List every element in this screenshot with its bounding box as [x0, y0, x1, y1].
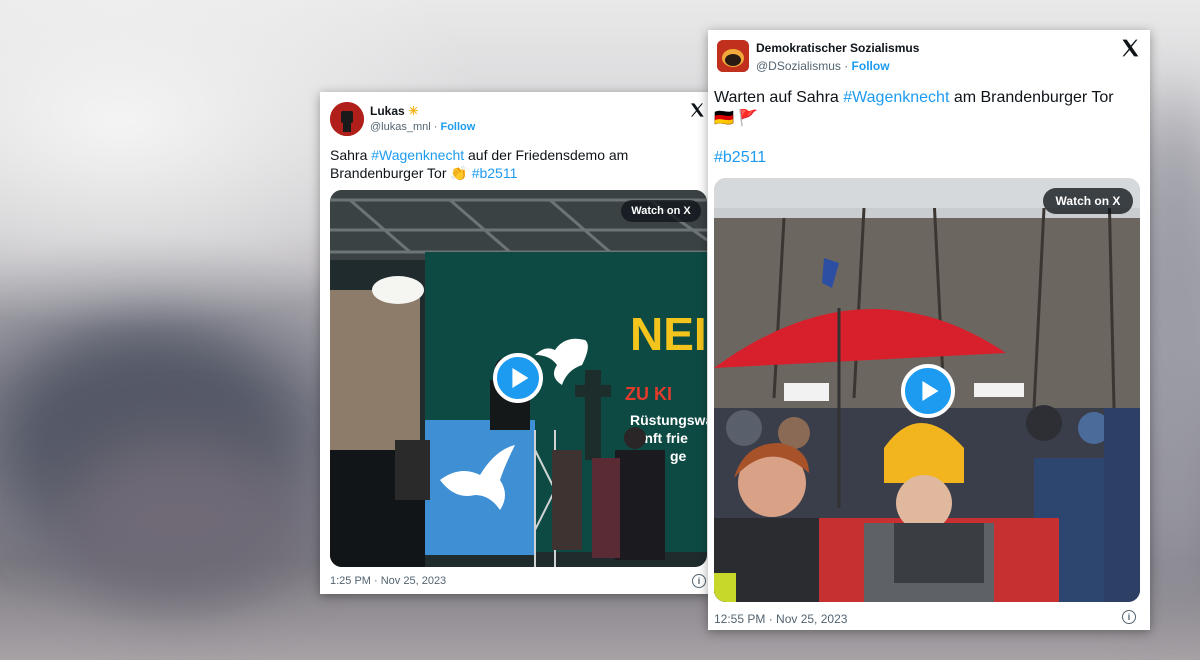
watch-on-x-button[interactable]: Watch on X — [1043, 188, 1133, 214]
author-handle[interactable]: @lukas_mnl — [370, 121, 431, 133]
author-name[interactable]: Lukas ☀ — [370, 104, 419, 118]
banner-text-ruestung: Rüstungswa — [630, 412, 707, 428]
tweet-card-lukas[interactable]: Lukas ☀ @lukas_mnl · Follow Sahra #Wagen… — [320, 92, 712, 594]
banner-text-ge: ge — [670, 448, 687, 464]
play-icon[interactable] — [901, 364, 955, 418]
hashtag-link[interactable]: #Wagenknecht — [371, 147, 464, 163]
banner-text-nein: NEIN — [630, 308, 707, 360]
avatar[interactable] — [330, 102, 364, 136]
clapping-emoji-icon: 👏 — [450, 165, 468, 182]
watch-on-x-button[interactable]: Watch on X — [621, 200, 701, 222]
brand-logo-icon — [717, 40, 749, 72]
info-icon[interactable]: i — [692, 574, 706, 588]
info-icon[interactable]: i — [1122, 610, 1136, 624]
video-player[interactable]: Watch on X — [714, 178, 1140, 602]
tweet-text: Warten auf Sahra #Wagenknecht am Branden… — [714, 89, 1114, 127]
tweet-text: Sahra #Wagenknecht auf der Friedensdemo … — [330, 147, 629, 182]
german-flag-icon: 🇩🇪 — [714, 109, 734, 127]
tweet-card-demokratischer-sozialismus[interactable]: Demokratischer Sozialismus @DSozialismus… — [708, 30, 1150, 630]
follow-button[interactable]: Follow — [852, 59, 890, 73]
banner-text-zu-krieg: ZU KI — [625, 384, 672, 404]
video-player[interactable]: NEIN ZU KI Rüstungswa kunft frie ge — [330, 190, 707, 567]
x-logo-icon[interactable] — [689, 102, 705, 123]
sun-emoji-icon: ☀ — [408, 104, 419, 118]
play-icon[interactable] — [493, 353, 543, 403]
avatar[interactable] — [717, 40, 749, 72]
author-handle[interactable]: @DSozialismus — [756, 59, 841, 73]
hashtag-link[interactable]: #b2511 — [714, 148, 766, 169]
red-flag-icon: 🚩 — [738, 109, 759, 127]
follow-button[interactable]: Follow — [440, 121, 475, 133]
timestamp[interactable]: 12:55 PM · Nov 25, 2023 — [714, 612, 847, 626]
background-blur-shape — [60, 440, 300, 600]
raised-fist-icon — [330, 102, 364, 136]
x-logo-icon[interactable] — [1120, 38, 1140, 63]
author-name[interactable]: Demokratischer Sozialismus — [756, 41, 919, 55]
timestamp[interactable]: 1:25 PM · Nov 25, 2023 — [330, 575, 446, 587]
hashtag-link[interactable]: #b2511 — [472, 165, 518, 181]
hashtag-link[interactable]: #Wagenknecht — [843, 89, 949, 106]
